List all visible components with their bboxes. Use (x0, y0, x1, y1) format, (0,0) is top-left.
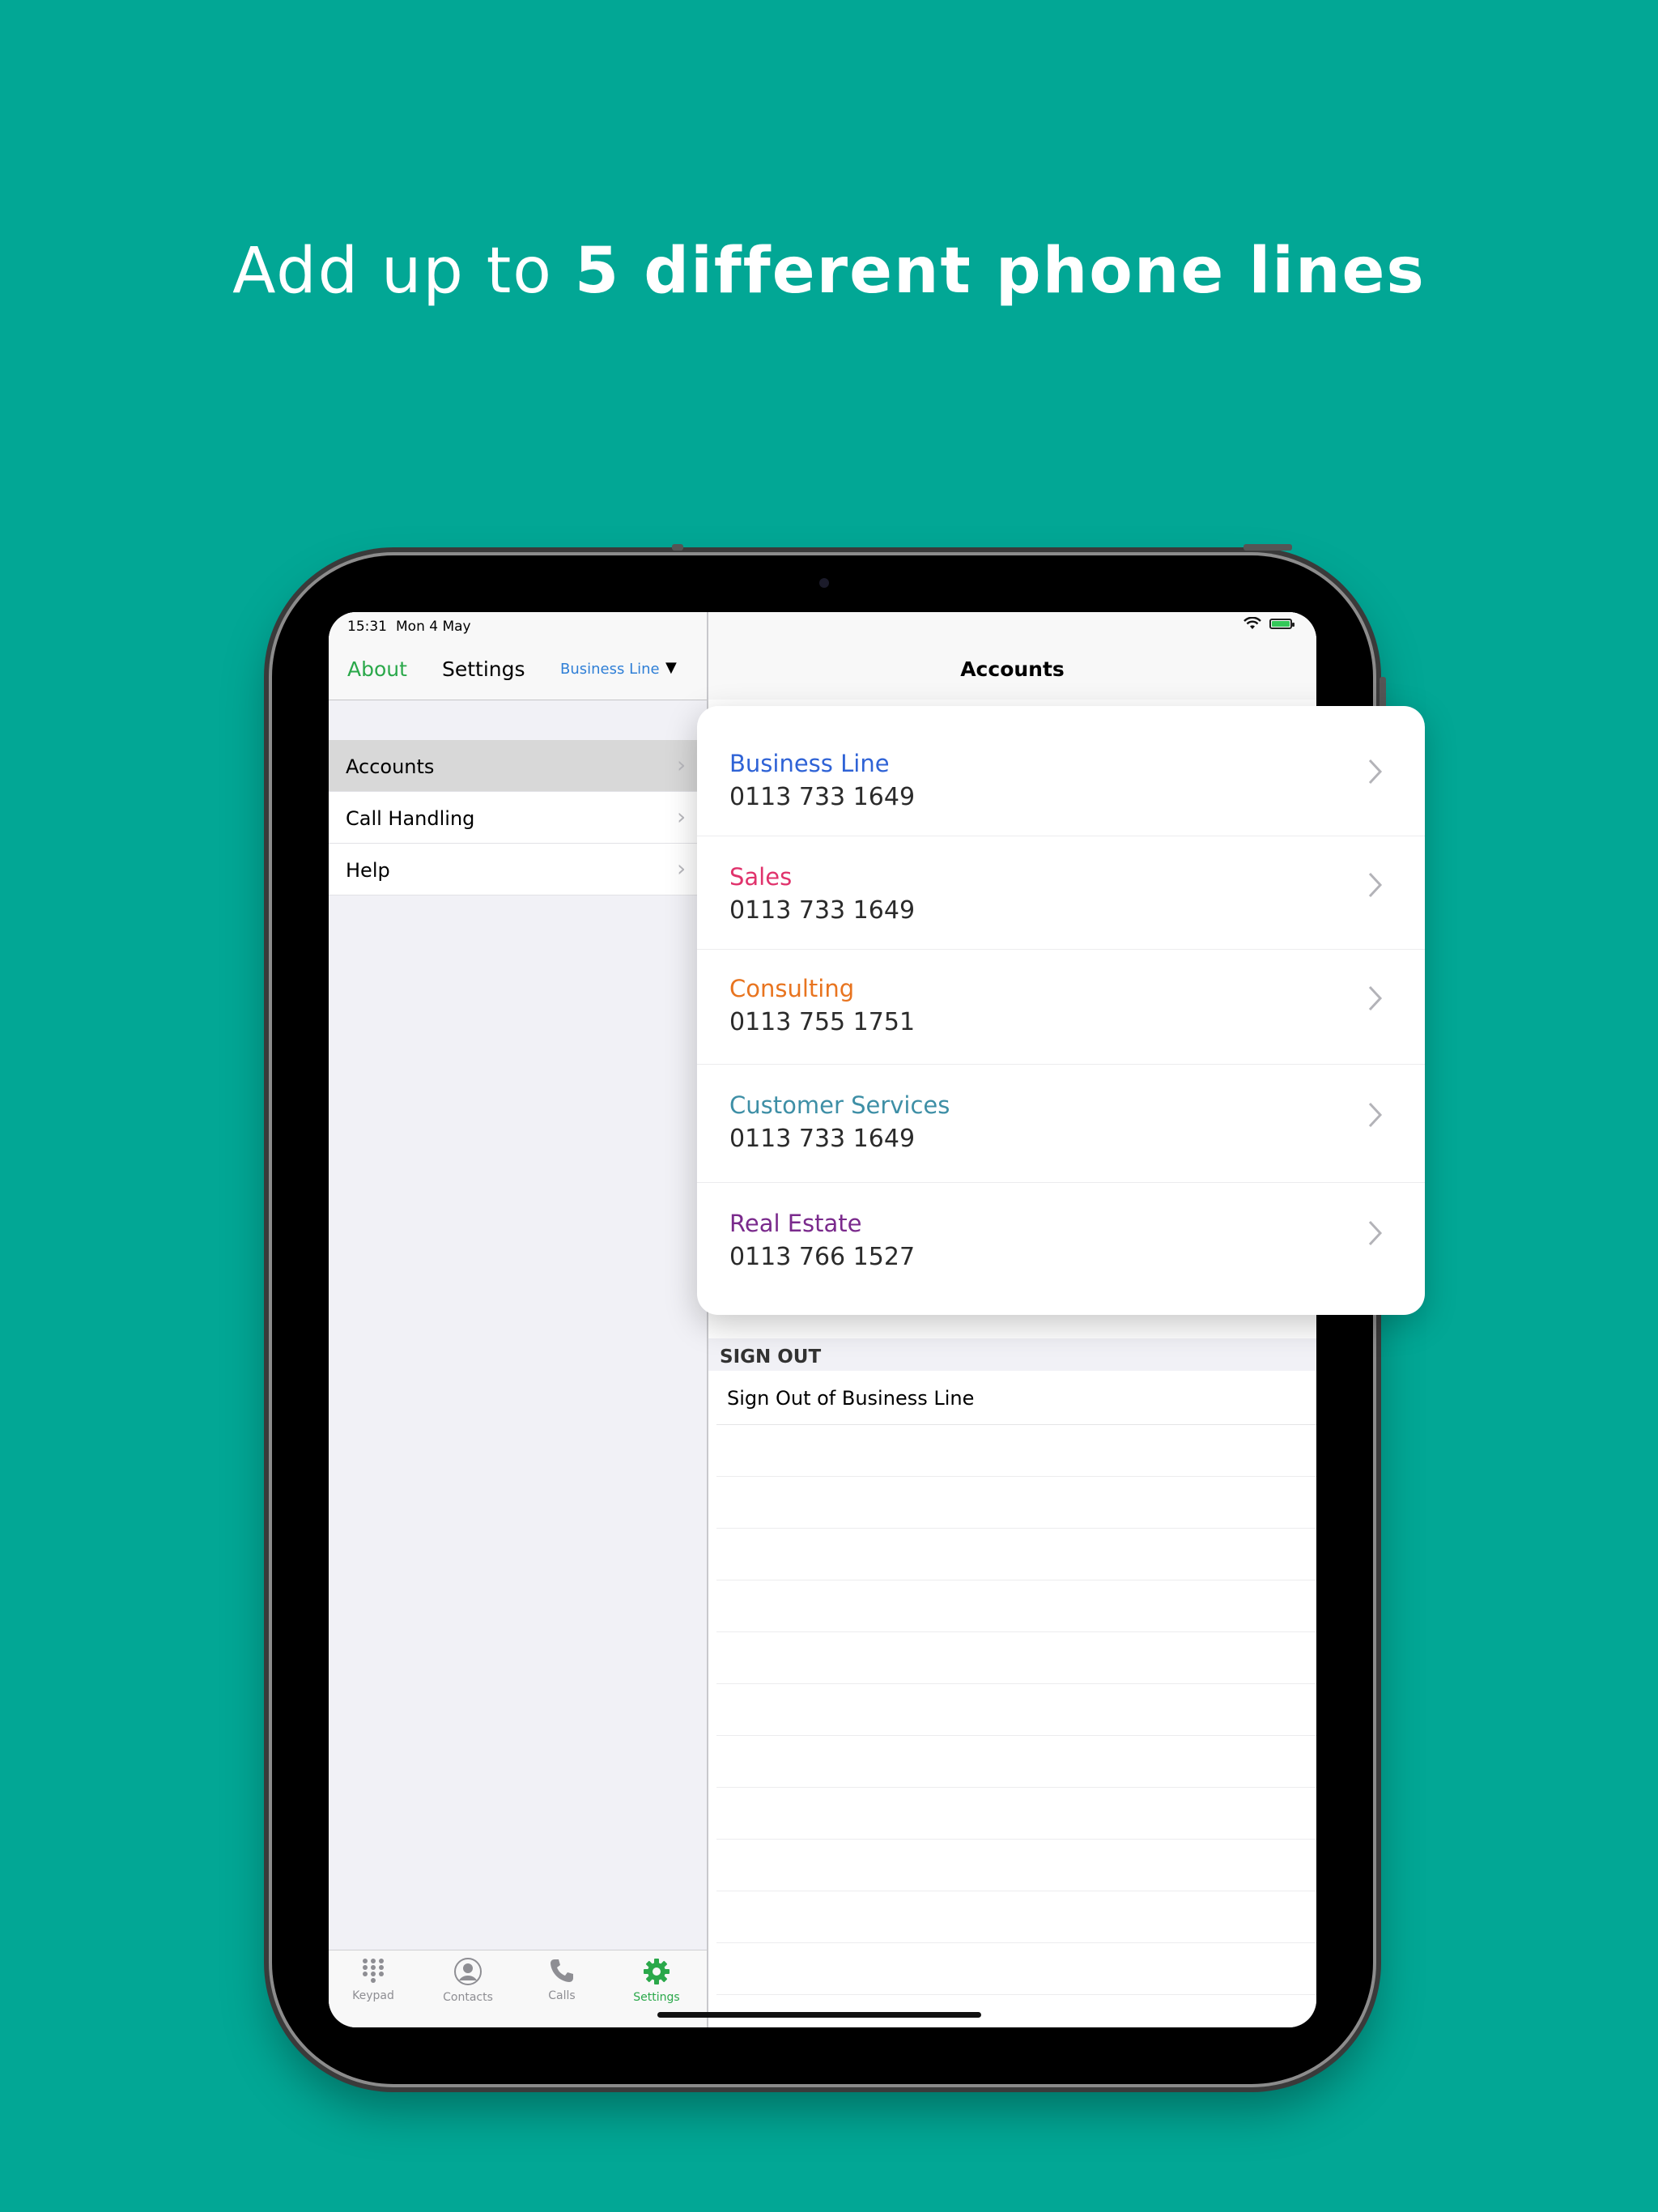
tab-settings[interactable]: Settings (620, 1957, 693, 2004)
caret-down-icon[interactable]: ▼ (665, 659, 677, 676)
empty-row (716, 1891, 1316, 1943)
tab-label: Contacts (443, 1991, 493, 2004)
chevron-right-icon (1368, 985, 1383, 1011)
tab-label: Calls (548, 1989, 576, 2002)
empty-row (716, 1787, 1316, 1840)
chevron-right-icon (1368, 759, 1383, 785)
account-number: 0113 733 1649 (729, 783, 916, 811)
chevron-right-icon (1368, 1102, 1383, 1128)
account-name: Business Line (729, 750, 890, 777)
settings-menu: Accounts › Call Handling › Help › (329, 740, 707, 895)
empty-row (716, 1735, 1316, 1788)
empty-row (716, 1528, 1316, 1580)
empty-row (716, 1631, 1316, 1684)
tab-bar: Keypad Contacts Calls Settings (329, 1950, 707, 2027)
empty-row (716, 1683, 1316, 1736)
home-indicator (657, 2012, 981, 2018)
chevron-right-icon: › (677, 803, 687, 830)
sign-out-label: Sign Out of Business Line (727, 1387, 975, 1410)
empty-row (716, 1476, 1316, 1529)
account-row-customer-services[interactable]: Customer Services 0113 733 1649 (697, 1064, 1425, 1183)
account-row-business-line[interactable]: Business Line 0113 733 1649 (697, 706, 1425, 836)
wifi-icon (1244, 617, 1261, 629)
account-name: Customer Services (729, 1091, 950, 1119)
empty-row (716, 1424, 1316, 1477)
account-number: 0113 733 1649 (729, 896, 916, 925)
account-number: 0113 755 1751 (729, 1008, 916, 1036)
phone-icon (551, 1959, 573, 1982)
empty-row (716, 1942, 1316, 1995)
headline: Add up to 5 different phone lines (0, 235, 1658, 308)
menu-item-call-handling[interactable]: Call Handling › (329, 792, 707, 844)
tab-label: Settings (633, 1991, 680, 2004)
account-name: Real Estate (729, 1210, 862, 1237)
account-name: Consulting (729, 975, 855, 1002)
account-number: 0113 766 1527 (729, 1243, 916, 1271)
empty-row (716, 1580, 1316, 1632)
chevron-right-icon: › (677, 855, 687, 882)
account-row-sales[interactable]: Sales 0113 733 1649 (697, 836, 1425, 950)
account-row-real-estate[interactable]: Real Estate 0113 766 1527 (697, 1182, 1425, 1315)
tab-label: Keypad (352, 1989, 394, 2002)
about-button[interactable]: About (347, 657, 407, 681)
headline-emphasis: 5 different phone lines (574, 235, 1426, 308)
tab-keypad[interactable]: Keypad (337, 1957, 410, 2002)
sidebar: About Settings Business Line ▼ Accounts … (329, 612, 708, 2027)
status-time: 15:31 (347, 619, 387, 635)
menu-item-label: Accounts (346, 755, 435, 778)
battery-icon (1269, 619, 1295, 629)
chevron-right-icon: › (677, 751, 687, 778)
account-row-consulting[interactable]: Consulting 0113 755 1751 (697, 949, 1425, 1065)
empty-row (716, 1839, 1316, 1891)
account-number: 0113 733 1649 (729, 1125, 916, 1153)
keypad-icon (363, 1959, 384, 1983)
chevron-right-icon (1368, 1220, 1383, 1246)
accounts-card: Business Line 0113 733 1649 Sales 0113 7… (697, 706, 1425, 1315)
contacts-icon (454, 1958, 482, 1985)
headline-prefix: Add up to (232, 235, 575, 308)
detail-title: Accounts (960, 657, 1065, 681)
tab-calls[interactable]: Calls (525, 1957, 598, 2002)
menu-item-help[interactable]: Help › (329, 844, 707, 895)
gear-icon (644, 1959, 670, 1984)
chevron-right-icon (1368, 872, 1383, 898)
account-name: Sales (729, 863, 793, 891)
tab-contacts[interactable]: Contacts (432, 1957, 504, 2004)
menu-item-accounts[interactable]: Accounts › (329, 740, 707, 792)
section-header-label: SIGN OUT (720, 1346, 822, 1368)
power-button (1244, 544, 1292, 551)
status-bar: 15:31 Mon 4 May (329, 612, 1316, 643)
status-date: Mon 4 May (396, 619, 471, 635)
top-button (672, 544, 683, 551)
sidebar-title: Settings (442, 657, 525, 681)
menu-item-label: Help (346, 859, 390, 882)
line-selector[interactable]: Business Line (560, 661, 660, 678)
section-header: SIGN OUT (708, 1338, 1316, 1371)
camera-icon (819, 578, 829, 588)
menu-item-label: Call Handling (346, 807, 475, 830)
sign-out-button[interactable]: Sign Out of Business Line (716, 1371, 1316, 1425)
